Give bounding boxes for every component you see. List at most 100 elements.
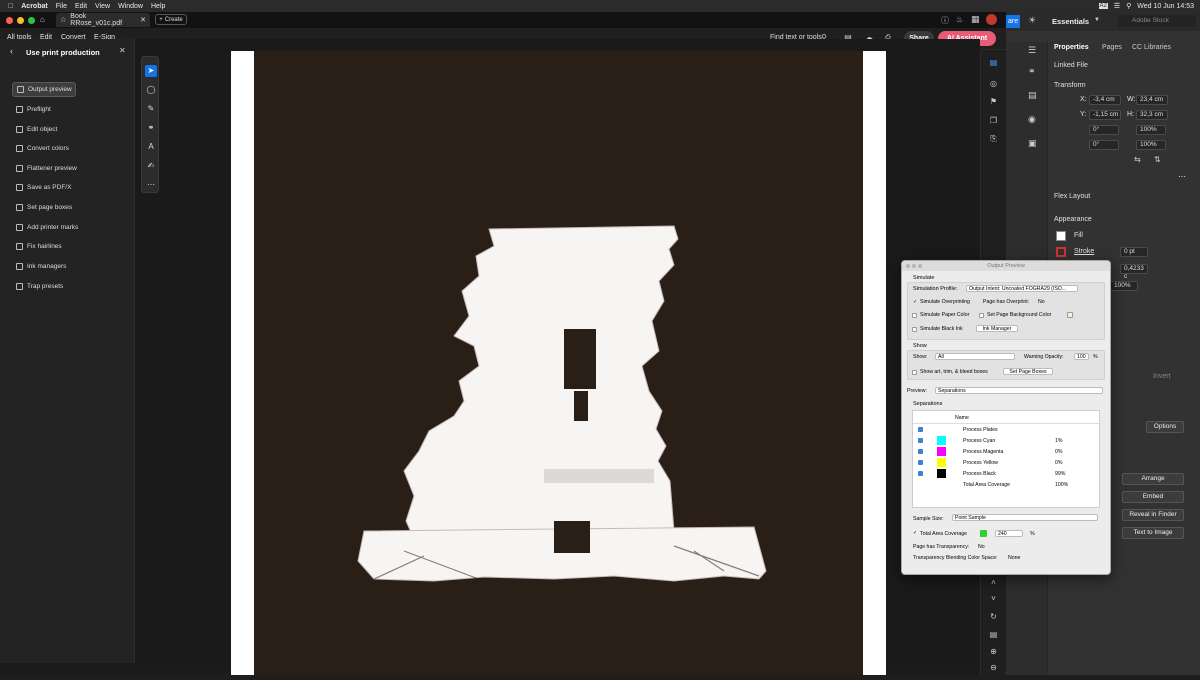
minimize-window-button[interactable] [17, 17, 24, 24]
sim-profile-select[interactable]: Output Intent: Uncoated FOGRA29 (ISO... [966, 285, 1078, 292]
tab-properties[interactable]: Properties [1054, 44, 1089, 51]
reveal-in-finder-button[interactable]: Reveal in Finder [1122, 509, 1184, 521]
zoom-window-button[interactable] [28, 17, 35, 24]
row-checkbox-process-plates[interactable] [918, 427, 923, 432]
scale-w-field[interactable]: 100% [1136, 125, 1166, 135]
star-icon[interactable]: ☆ [60, 16, 66, 24]
annotation-icon[interactable]: ◎ [988, 78, 999, 89]
stroke-swatch[interactable] [1056, 247, 1066, 257]
comment-panel-icon[interactable]: ▤ [988, 57, 999, 68]
align-icon[interactable]: ▤ [1028, 90, 1037, 101]
text-to-image-button[interactable]: Text to Image [1122, 527, 1184, 539]
select-arrow-icon[interactable]: ➤ [145, 65, 157, 77]
menu-edit[interactable]: Edit [75, 3, 87, 10]
tool-preflight[interactable]: Preflight [12, 102, 76, 117]
rotate-field[interactable]: 0° [1089, 125, 1119, 135]
menu-window[interactable]: Window [118, 3, 143, 10]
more-options-icon[interactable]: ⋯ [1178, 172, 1186, 181]
simulate-overprinting-checkbox[interactable]: ✓ [913, 300, 918, 305]
bookmark-icon[interactable]: ⚑ [988, 96, 999, 107]
set-page-boxes-button[interactable]: Set Page Boxes [1003, 368, 1053, 375]
menu-help[interactable]: Help [151, 3, 165, 10]
flip-horizontal-icon[interactable]: ⇆ [1134, 155, 1141, 164]
copy-icon[interactable]: ❐ [988, 115, 999, 126]
create-button[interactable]: + Create [155, 14, 187, 25]
set-page-bg-checkbox[interactable] [979, 313, 984, 318]
avatar[interactable] [986, 14, 997, 25]
arrange-button[interactable]: Arrange [1122, 473, 1184, 485]
stroke-label[interactable]: Stroke [1074, 248, 1094, 255]
library-icon[interactable]: ▣ [1028, 138, 1037, 149]
datetime[interactable]: Wed 10 Jun 14:53 [1137, 3, 1194, 10]
close-window-button[interactable] [6, 17, 13, 24]
tool-save-as-pdfx[interactable]: Save as PDF/X [12, 180, 76, 195]
tool-ink-managers[interactable]: Ink managers [12, 259, 76, 274]
scale-h-field[interactable]: 100% [1136, 140, 1166, 150]
scroll-up-icon[interactable]: ˄ [988, 577, 999, 588]
y-field[interactable]: -1,15 cm [1089, 110, 1121, 120]
simulate-paper-checkbox[interactable] [912, 313, 917, 318]
embed-button[interactable]: Embed [1122, 491, 1184, 503]
invert-label[interactable]: Invert [1153, 373, 1171, 380]
tac-value-field[interactable]: 240 [995, 530, 1023, 537]
pen-icon[interactable]: ✎ [145, 103, 157, 115]
tool-add-printer-marks[interactable]: Add printer marks [12, 220, 78, 235]
zoom-in-icon[interactable]: ⊕ [988, 646, 999, 657]
tac-color-swatch[interactable] [980, 530, 987, 537]
x-field[interactable]: -3,4 cm [1089, 95, 1121, 105]
control-center-icon[interactable]: ☰ [1114, 2, 1120, 10]
lasso-icon[interactable]: ⚭ [145, 122, 157, 134]
tac-checkbox[interactable]: ✓ [913, 531, 918, 536]
adobe-stock-search[interactable]: Adobe Stock [1118, 15, 1196, 27]
fill-sign-icon[interactable]: ✍ [145, 160, 157, 172]
menu-view[interactable]: View [95, 3, 110, 10]
links-icon[interactable]: ⚭ [1028, 66, 1036, 77]
tool-fix-hairlines[interactable]: Fix hairlines [12, 239, 76, 254]
fill-swatch[interactable] [1056, 231, 1066, 241]
h-field[interactable]: 32,3 cm [1136, 110, 1168, 120]
opacity-field[interactable]: 100% [1110, 281, 1138, 291]
tool-trap-presets[interactable]: Trap presets [12, 279, 76, 294]
search-icon[interactable]: ⚲ [1126, 2, 1131, 10]
dialog-minimize-button[interactable] [912, 264, 916, 268]
chevron-down-icon[interactable]: ▼ [1094, 17, 1100, 23]
flip-vertical-icon[interactable]: ⇅ [1154, 155, 1161, 164]
tab-cc-libraries[interactable]: CC Libraries [1132, 44, 1171, 51]
more-icon[interactable]: ⋯ [145, 179, 157, 191]
swatches-icon[interactable]: ◉ [1028, 114, 1036, 125]
tool-edit-object[interactable]: Edit object [12, 122, 76, 137]
text-box-icon[interactable]: A [145, 141, 157, 153]
scroll-down-icon[interactable]: ˅ [988, 593, 999, 604]
row-checkbox-cyan[interactable] [918, 438, 923, 443]
stroke-weight-field[interactable]: 0 pt [1120, 247, 1148, 257]
tool-flattener-preview[interactable]: Flattener preview [12, 161, 77, 176]
close-icon[interactable]: ✕ [119, 46, 126, 55]
status-a-icon[interactable]: A2 [1098, 3, 1108, 9]
dialog-zoom-button[interactable] [918, 264, 922, 268]
tool-convert-colors[interactable]: Convert colors [12, 141, 76, 156]
stroke-width-field[interactable]: 0,4233 c [1120, 264, 1148, 280]
apple-icon[interactable]:  [8, 3, 13, 10]
document-tab[interactable]: ☆ Book RRose_v01c.pdf ✕ [56, 13, 150, 27]
menu-file[interactable]: File [56, 3, 67, 10]
rotate-icon[interactable]: ↻ [988, 611, 999, 622]
options-button[interactable]: Options [1146, 421, 1184, 433]
illustrator-share-button[interactable]: are [1006, 15, 1020, 28]
row-checkbox-yellow[interactable] [918, 460, 923, 465]
bell-icon[interactable]: ♨ [956, 15, 963, 24]
row-checkbox-black[interactable] [918, 471, 923, 476]
simulate-black-checkbox[interactable] [912, 327, 917, 332]
page-view-icon[interactable]: ▤ [988, 629, 999, 640]
page-bg-color-swatch[interactable] [1067, 312, 1073, 318]
shear-field[interactable]: 0° [1089, 140, 1119, 150]
sample-size-select[interactable]: Point Sample [952, 514, 1098, 521]
show-select[interactable]: All [935, 353, 1015, 360]
row-checkbox-magenta[interactable] [918, 449, 923, 454]
dialog-close-button[interactable] [906, 264, 910, 268]
show-boxes-checkbox[interactable] [912, 370, 917, 375]
ink-manager-button[interactable]: Ink Manager [976, 325, 1018, 332]
home-icon[interactable]: ⌂ [40, 15, 45, 24]
preview-select[interactable]: Separations [935, 387, 1103, 394]
tab-pages[interactable]: Pages [1102, 44, 1122, 51]
tool-set-page-boxes[interactable]: Set page boxes [12, 200, 76, 215]
